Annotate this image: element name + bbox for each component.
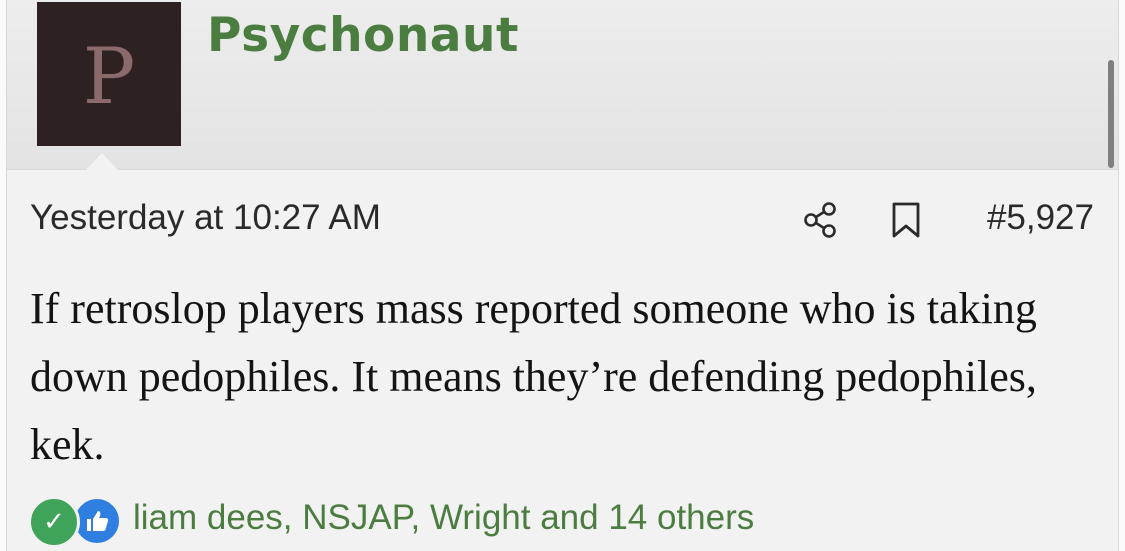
bookmark-icon[interactable] [889,201,923,239]
thumbs-up-glyph [87,511,109,531]
username-link[interactable]: Psychonaut [207,8,519,63]
scrollbar-thumb[interactable] [1108,60,1114,168]
avatar-pointer-arrow [86,153,118,170]
post-body-text: If retroslop players mass reported someo… [30,284,1037,469]
reactions-summary-link[interactable]: liam dees, NSJAP, Wright and 14 others [133,498,754,538]
post-user-header: P Psychonaut [7,0,1118,170]
post-number-link[interactable]: #5,927 [987,198,1094,238]
check-icon: ✓ [28,496,80,548]
left-frame-border [0,0,7,551]
avatar[interactable]: P [37,2,181,146]
share-icon[interactable] [800,200,840,240]
right-frame-border [1118,0,1125,551]
reaction-icons[interactable]: ✓ [28,496,128,548]
post-timestamp[interactable]: Yesterday at 10:27 AM [30,198,381,238]
avatar-letter: P [82,32,136,122]
